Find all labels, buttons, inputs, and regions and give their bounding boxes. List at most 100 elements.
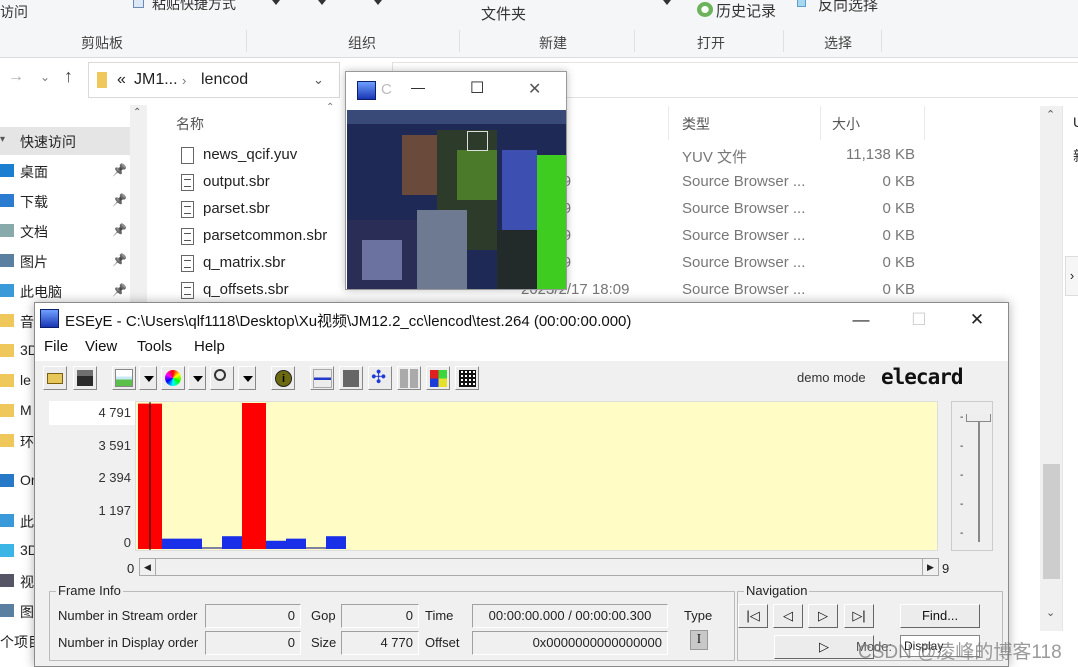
- sidebar-item[interactable]: 桌面 📌: [0, 157, 130, 185]
- grid-gray-button[interactable]: [397, 366, 421, 390]
- color-blocks-button[interactable]: [426, 366, 450, 390]
- file-row[interactable]: parset.sbr7 18:09Source Browser ...0 KB: [148, 197, 1038, 224]
- address-dropdown-chevron-icon[interactable]: ⌄: [313, 72, 324, 88]
- paste-shortcut-button[interactable]: 粘贴快捷方式: [152, 0, 236, 14]
- breadcrumb-item[interactable]: JM1...: [134, 71, 178, 89]
- close-button[interactable]: ✕: [957, 307, 997, 333]
- file-name: q_offsets.sbr: [203, 281, 289, 298]
- history-button[interactable]: 历史记录: [716, 0, 776, 21]
- grid-button[interactable]: [455, 366, 479, 390]
- file-size: 0 KB: [882, 281, 915, 298]
- pin-icon[interactable]: 📌: [112, 253, 127, 267]
- new-folder-button[interactable]: 文件夹: [481, 3, 526, 24]
- zoom-button[interactable]: [210, 366, 234, 390]
- sidebar-item[interactable]: 下载 📌: [0, 187, 130, 215]
- chart-view-dropdown[interactable]: [139, 366, 157, 390]
- column-divider[interactable]: [924, 106, 925, 140]
- frame-bar-p[interactable]: [286, 538, 306, 549]
- column-header-type[interactable]: 类型: [682, 114, 710, 134]
- file-row[interactable]: q_offsets.sbr 2023/2/17 18:09 Source Brows…: [148, 278, 1038, 305]
- split-view-button[interactable]: [310, 366, 334, 390]
- open-button[interactable]: [43, 366, 67, 390]
- sidebar-item[interactable]: 图片 📌: [0, 247, 130, 275]
- last-frame-button[interactable]: ▷|: [844, 604, 874, 628]
- save-button[interactable]: [73, 366, 97, 390]
- frame-scrollbar[interactable]: ◀ ▶: [139, 558, 939, 576]
- minimize-button[interactable]: —: [841, 307, 881, 333]
- maximize-button[interactable]: ☐: [899, 307, 939, 333]
- scroll-right-icon[interactable]: ▶: [922, 559, 938, 575]
- menu-tools[interactable]: Tools: [137, 338, 172, 355]
- navigation-pane-scrollbar[interactable]: ⌃: [130, 105, 147, 305]
- info-button[interactable]: i: [271, 366, 295, 390]
- column-divider[interactable]: [820, 106, 821, 140]
- caret-down-icon[interactable]: [374, 0, 382, 5]
- frame-bar-p[interactable]: [162, 538, 182, 549]
- scroll-up-icon[interactable]: ⌃: [133, 107, 141, 118]
- find-button[interactable]: Find...: [900, 604, 980, 628]
- menu-file[interactable]: File: [44, 338, 68, 355]
- close-button[interactable]: ✕: [528, 79, 541, 99]
- slider-thumb[interactable]: [966, 414, 991, 422]
- frame-bar-p[interactable]: [326, 536, 346, 549]
- frame-bar-p[interactable]: [182, 538, 202, 549]
- frame-bar-b[interactable]: [202, 547, 222, 549]
- video-preview-window[interactable]: C — ☐ ✕: [345, 71, 567, 290]
- ribbon-divider: [246, 30, 247, 52]
- file-row[interactable]: parsetcommon.sbr7 18:09Source Browser ..…: [148, 224, 1038, 251]
- file-row[interactable]: q_matrix.sbr7 18:09Source Browser ...0 K…: [148, 251, 1038, 278]
- caret-down-icon[interactable]: [272, 0, 280, 5]
- column-header-name[interactable]: 名称: [176, 114, 204, 134]
- menu-help[interactable]: Help: [194, 338, 225, 355]
- expand-pane-chevron-icon[interactable]: ›: [1065, 256, 1078, 296]
- pin-icon[interactable]: 📌: [112, 163, 127, 177]
- next-frame-button[interactable]: ▷: [808, 604, 838, 628]
- file-row[interactable]: news_qcif.yuv1:43YUV 文件11,138 KB: [148, 143, 1038, 170]
- frame-bar-p[interactable]: [222, 536, 242, 549]
- motion-vector-button[interactable]: ✣: [368, 366, 392, 390]
- caret-down-icon[interactable]: [663, 0, 671, 5]
- macroblock-button[interactable]: [339, 366, 363, 390]
- selection-cursor-box[interactable]: [467, 131, 488, 151]
- scale-slider[interactable]: - - - - -: [951, 401, 993, 551]
- frame-bar-i[interactable]: [242, 403, 266, 549]
- sidebar-item[interactable]: 此电脑 📌: [0, 277, 130, 305]
- column-header-size[interactable]: 大小: [832, 114, 860, 134]
- address-bar[interactable]: « JM1... › lencod ⌄: [88, 62, 340, 98]
- decoded-frame-image[interactable]: [347, 110, 566, 289]
- recent-locations-chevron-icon[interactable]: ⌄: [40, 70, 50, 84]
- file-row[interactable]: output.sbr7 18:09Source Browser ...0 KB: [148, 170, 1038, 197]
- plot-area[interactable]: [135, 401, 938, 551]
- up-arrow-icon[interactable]: ↑: [64, 66, 73, 87]
- sidebar-item[interactable]: ▾ 快速访问: [0, 127, 130, 155]
- scrollbar-thumb[interactable]: [1043, 464, 1060, 579]
- sidebar-item[interactable]: 文档 📌: [0, 217, 130, 245]
- pin-icon[interactable]: 📌: [112, 193, 127, 207]
- chart-view-button[interactable]: [112, 366, 136, 390]
- breadcrumb-item[interactable]: lencod: [201, 71, 248, 89]
- eseye-title-bar[interactable]: ESEyE - C:\Users\qlf1118\Desktop\Xu视频\JM…: [35, 303, 1008, 335]
- caret-down-icon[interactable]: [318, 0, 326, 5]
- scroll-down-icon[interactable]: ⌄: [1046, 606, 1055, 619]
- scroll-up-icon[interactable]: ⌃: [1046, 108, 1055, 121]
- breadcrumb-overflow[interactable]: «: [117, 71, 126, 89]
- scroll-left-icon[interactable]: ◀: [140, 559, 156, 575]
- forward-arrow-icon[interactable]: →: [8, 68, 24, 86]
- invert-selection-button[interactable]: 反向选择: [818, 0, 878, 15]
- previous-frame-button[interactable]: ◁: [773, 604, 803, 628]
- file-list-scrollbar[interactable]: ⌃ ⌄: [1040, 106, 1062, 631]
- pin-icon[interactable]: 📌: [112, 283, 127, 297]
- color-button[interactable]: [161, 366, 185, 390]
- column-divider[interactable]: [668, 106, 669, 140]
- frame-bar-p[interactable]: [266, 540, 286, 549]
- color-dropdown[interactable]: [188, 366, 206, 390]
- eseye-window[interactable]: ESEyE - C:\Users\qlf1118\Desktop\Xu视频\JM…: [34, 302, 1009, 667]
- menu-view[interactable]: View: [85, 338, 117, 355]
- preview-title-bar[interactable]: C — ☐ ✕: [346, 72, 566, 110]
- pin-icon[interactable]: 📌: [112, 223, 127, 237]
- minimize-button[interactable]: —: [411, 79, 425, 95]
- zoom-dropdown[interactable]: [238, 366, 256, 390]
- maximize-button[interactable]: ☐: [470, 78, 484, 98]
- first-frame-button[interactable]: |◁: [738, 604, 768, 628]
- frame-bar-b[interactable]: [306, 547, 326, 549]
